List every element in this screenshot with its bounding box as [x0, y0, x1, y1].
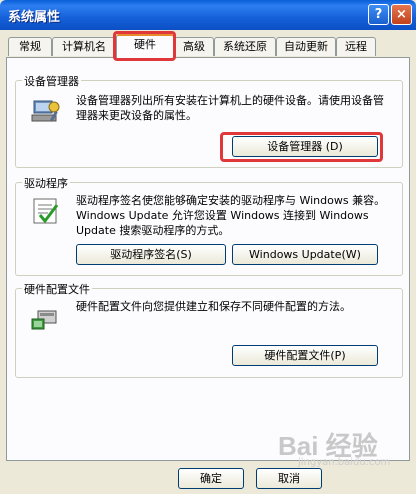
- drivers-label: 驱动程序: [22, 175, 70, 191]
- cancel-button[interactable]: 取消: [256, 468, 322, 489]
- tab-remote[interactable]: 远程: [336, 37, 376, 56]
- device-manager-highlight: [220, 132, 383, 162]
- device-manager-icon: [30, 95, 62, 127]
- hardware-profiles-description: 硬件配置文件向您提供建立和保存不同硬件配置的方法。: [76, 300, 351, 313]
- tab-advanced[interactable]: 高级: [174, 37, 214, 56]
- close-button[interactable]: ×: [391, 4, 412, 25]
- ok-button[interactable]: 确定: [178, 468, 244, 489]
- tab-panel: 设备管理器 设备管理器列出所有安装在计算机上的硬件设备。请使用设备管理器来更改设…: [6, 57, 410, 461]
- hardware-tab-highlight: [113, 31, 176, 61]
- watermark-url: jingyan.baidu.com: [298, 457, 391, 468]
- help-button[interactable]: ?: [368, 4, 389, 25]
- tab-computer-name[interactable]: 计算机名: [52, 37, 116, 56]
- driver-signing-button[interactable]: 驱动程序签名(S): [76, 244, 226, 265]
- title-bar: 系统属性 ? ×: [0, 0, 416, 30]
- hardware-profiles-label: 硬件配置文件: [22, 281, 92, 297]
- tab-strip: 常规 计算机名 硬件 高级 系统还原 自动更新 远程: [0, 32, 416, 58]
- drivers-group: 驱动程序 驱动程序签名使您能够确定安装的驱动程序与 Windows 兼容。Win…: [15, 175, 403, 276]
- hardware-profiles-group: 硬件配置文件 硬件配置文件向您提供建立和保存不同硬件配置的方法。 硬件配置文件(…: [15, 281, 403, 378]
- device-manager-description: 设备管理器列出所有安装在计算机上的硬件设备。请使用设备管理器来更改设备的属性。: [76, 94, 384, 122]
- tab-general[interactable]: 常规: [8, 37, 52, 56]
- window-title: 系统属性: [8, 10, 61, 25]
- tab-system-restore[interactable]: 系统还原: [214, 37, 276, 56]
- windows-update-button[interactable]: Windows Update(W): [232, 244, 378, 265]
- hardware-profiles-button[interactable]: 硬件配置文件(P): [232, 345, 378, 366]
- tab-automatic-updates[interactable]: 自动更新: [276, 37, 336, 56]
- hardware-profiles-icon: [30, 301, 62, 333]
- drivers-description: 驱动程序签名使您能够确定安装的驱动程序与 Windows 兼容。Windows …: [76, 194, 386, 237]
- driver-signing-icon: [30, 195, 62, 227]
- device-manager-label: 设备管理器: [22, 73, 81, 89]
